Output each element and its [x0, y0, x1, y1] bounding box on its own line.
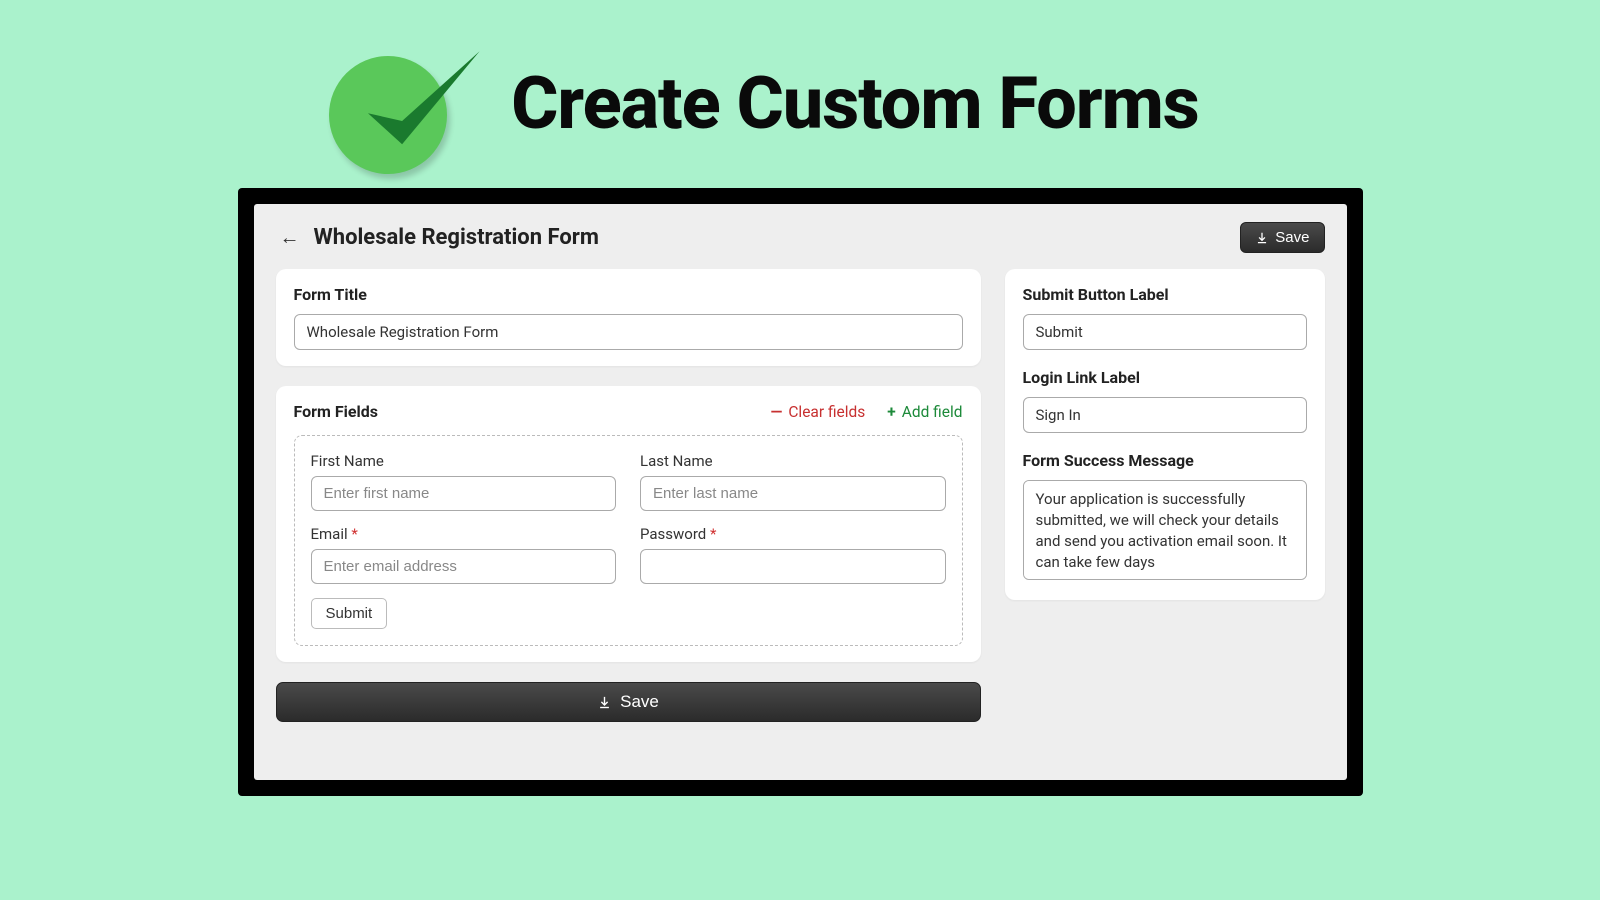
app-frame: ← Wholesale Registration Form Save Form …: [238, 188, 1363, 796]
success-message-title: Form Success Message: [1023, 451, 1307, 470]
app-header: ← Wholesale Registration Form Save: [276, 218, 1325, 269]
preview-submit-button[interactable]: Submit: [311, 598, 388, 629]
form-title-input[interactable]: [294, 314, 963, 350]
field-label-password: Password *: [640, 525, 946, 543]
form-title-label: Form Title: [294, 285, 963, 304]
field-label-email: Email *: [311, 525, 617, 543]
save-button-label: Save: [1275, 229, 1309, 246]
fields-preview-box: First Name Last Name: [294, 435, 963, 646]
save-icon: [597, 695, 612, 710]
clear-fields-button[interactable]: — Clear fields: [771, 403, 866, 421]
plus-icon: +: [887, 403, 895, 421]
checkmark-badge: [321, 28, 471, 178]
form-title-card: Form Title: [276, 269, 981, 366]
email-input[interactable]: [311, 549, 617, 584]
login-link-label-title: Login Link Label: [1023, 368, 1307, 387]
save-button-bottom-label: Save: [620, 692, 659, 712]
first-name-input[interactable]: [311, 476, 617, 511]
success-message-input[interactable]: [1023, 480, 1307, 580]
submit-button-label-input[interactable]: [1023, 314, 1307, 350]
field-label-lastname: Last Name: [640, 452, 946, 470]
clear-fields-label: Clear fields: [788, 403, 865, 421]
page-title: Wholesale Registration Form: [314, 225, 599, 250]
submit-button-label-title: Submit Button Label: [1023, 285, 1307, 304]
save-button-bottom[interactable]: Save: [276, 682, 981, 722]
last-name-input[interactable]: [640, 476, 946, 511]
form-fields-card: Form Fields — Clear fields + Add field: [276, 386, 981, 662]
login-link-label-input[interactable]: [1023, 397, 1307, 433]
save-button[interactable]: Save: [1240, 222, 1324, 253]
back-arrow-icon[interactable]: ←: [276, 223, 304, 252]
minus-icon: —: [771, 403, 783, 421]
hero-title: Create Custom Forms: [511, 61, 1199, 146]
password-input[interactable]: [640, 549, 946, 584]
field-label-firstname: First Name: [311, 452, 617, 470]
save-icon: [1255, 231, 1269, 245]
add-field-button[interactable]: + Add field: [887, 403, 962, 421]
sidebar-card: Submit Button Label Login Link Label For…: [1005, 269, 1325, 600]
add-field-label: Add field: [902, 403, 963, 421]
checkmark-icon: [337, 28, 492, 183]
form-fields-label: Form Fields: [294, 402, 378, 421]
